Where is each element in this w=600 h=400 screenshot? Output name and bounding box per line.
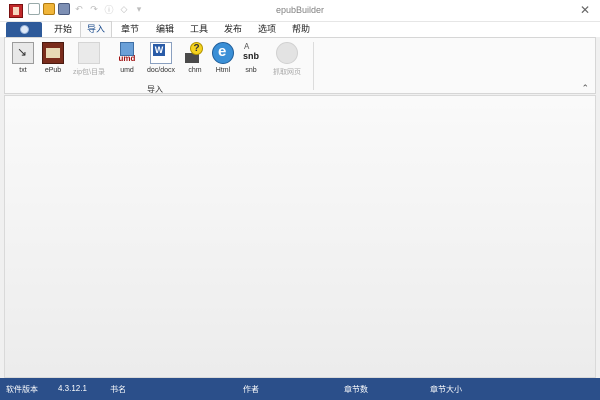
import-html-button[interactable]: Html [210,41,236,79]
grab-webpage-button[interactable]: 抓取网页 [267,41,307,79]
import-chm-button[interactable]: ? chm [183,41,207,79]
button-label: Html [215,67,231,74]
umd-icon-text: umd [118,54,136,63]
collapse-ribbon-icon[interactable]: ⌃ [581,83,589,94]
zip-folder-icon [78,42,100,64]
txt-import-icon [12,42,34,64]
main-workspace[interactable] [4,95,596,378]
button-label: chm [188,67,202,74]
tab-start[interactable]: 开始 [48,22,78,37]
button-label: ePub [44,67,62,74]
button-label: txt [19,67,27,74]
snb-icon: A snb [240,42,262,64]
import-umd-button[interactable]: umd umd [115,41,139,79]
web-grab-icon [276,42,298,64]
ribbon-group-label: 导入 [147,85,163,94]
title-bar: ↶ ↷ ⓘ ◇ ▾ epubBuilder ✕ [0,0,600,22]
status-bar: 软件版本 4.3.12.1 书名 作者 章节数 章节大小 [0,378,600,400]
import-doc-button[interactable]: doc/docx [143,41,179,79]
version-label: 软件版本 [6,385,38,394]
umd-icon: umd [116,42,138,64]
book-title-label: 书名 [110,385,126,394]
import-zip-button[interactable]: zip包\目录 [69,41,109,79]
import-txt-button[interactable]: txt [11,41,35,79]
tab-help[interactable]: 帮助 [286,22,316,37]
button-label: umd [120,67,134,74]
snb-icon-text: snb [242,51,259,61]
ribbon-group-divider [313,42,314,90]
ribbon-panel: txt ePub zip包\目录 umd umd doc/docx ? chm … [4,37,596,94]
tab-import[interactable]: 导入 [80,21,112,37]
file-menu-button[interactable] [6,22,42,37]
chapter-count-label: 章节数 [344,385,368,394]
button-label: zip包\目录 [73,69,105,76]
epub-book-icon [42,42,64,64]
ribbon-tab-bar: 开始 导入 章节 编辑 工具 发布 选项 帮助 [0,21,600,37]
import-epub-button[interactable]: ePub [39,41,67,79]
button-label: 抓取网页 [273,69,301,76]
tab-options[interactable]: 选项 [252,22,282,37]
html-browser-icon [212,42,234,64]
button-label: doc/docx [146,67,176,74]
user-icon [19,25,29,34]
version-value: 4.3.12.1 [58,384,87,393]
question-mark-glyph: ? [190,42,203,55]
tab-publish[interactable]: 发布 [218,22,248,37]
tab-chapter[interactable]: 章节 [115,22,145,37]
tab-tools[interactable]: 工具 [184,22,214,37]
import-snb-button[interactable]: A snb snb [239,41,263,79]
word-doc-icon [150,42,172,64]
window-title: epubBuilder [275,5,325,15]
close-icon[interactable]: ✕ [578,3,592,17]
chapter-size-label: 章节大小 [430,385,462,394]
author-label: 作者 [243,385,259,394]
tab-edit[interactable]: 编辑 [150,22,180,37]
chm-help-icon: ? [184,42,206,64]
button-label: snb [245,67,257,74]
